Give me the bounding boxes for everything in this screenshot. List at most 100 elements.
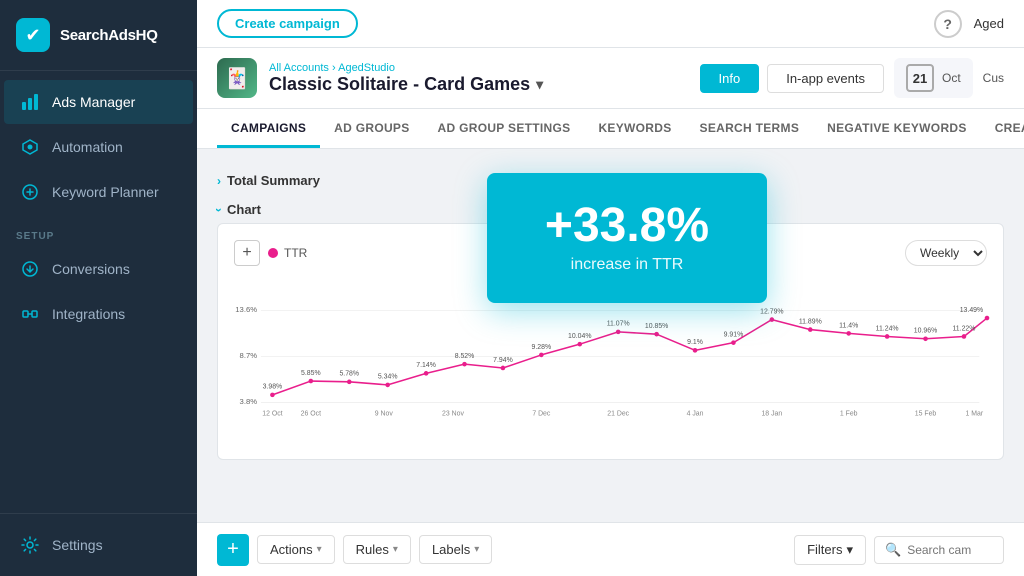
- account-dropdown-chevron[interactable]: ▾: [536, 76, 543, 93]
- data-point-2: [347, 380, 352, 385]
- rules-dropdown[interactable]: Rules ▾: [343, 535, 411, 564]
- labels-caret: ▾: [474, 544, 479, 555]
- tabs-nav: CAMPAIGNS AD GROUPS AD GROUP SETTINGS KE…: [197, 109, 1024, 149]
- sidebar-item-conversions[interactable]: Conversions: [4, 247, 193, 291]
- ttr-legend-dot: [268, 248, 278, 258]
- tab-negative-keywords[interactable]: NEGATIVE KEYWORDS: [813, 109, 981, 148]
- rules-label: Rules: [356, 542, 389, 557]
- chart-controls-left: + TTR: [234, 240, 307, 266]
- svg-text:7.14%: 7.14%: [416, 362, 436, 369]
- actions-dropdown[interactable]: Actions ▾: [257, 535, 335, 564]
- logo-icon: ✔: [16, 18, 50, 52]
- svg-text:10.85%: 10.85%: [645, 323, 668, 330]
- tab-inapp-button[interactable]: In-app events: [767, 64, 884, 93]
- breadcrumb-account[interactable]: AgedStudio: [338, 62, 395, 74]
- account-header-right: Info In-app events 21 Oct Cus: [700, 58, 1004, 98]
- create-campaign-button[interactable]: Create campaign: [217, 9, 358, 38]
- actions-caret: ▾: [317, 544, 322, 555]
- logo-area: ✔ SearchAdsHQ: [0, 0, 197, 71]
- filters-dropdown[interactable]: Filters ▾: [794, 535, 866, 565]
- svg-text:9.1%: 9.1%: [687, 339, 703, 346]
- svg-text:1 Mar: 1 Mar: [966, 411, 984, 418]
- settings-label: Settings: [52, 537, 103, 553]
- total-summary-arrow: ›: [217, 174, 221, 188]
- topbar: Create campaign ? Aged: [197, 0, 1024, 48]
- data-point-11: [693, 348, 698, 353]
- labels-dropdown[interactable]: Labels ▾: [419, 535, 492, 564]
- data-point-0: [270, 393, 275, 398]
- svg-text:1 Feb: 1 Feb: [840, 411, 858, 418]
- account-header: 🃏 All Accounts › AgedStudio Classic Soli…: [197, 48, 1024, 109]
- svg-text:5.85%: 5.85%: [301, 370, 321, 377]
- labels-label: Labels: [432, 542, 470, 557]
- svg-text:13.49%: 13.49%: [960, 307, 983, 314]
- settings-icon: [20, 535, 40, 555]
- sidebar-nav: Ads Manager Automation Keyword Planner S…: [0, 71, 197, 513]
- weekly-select[interactable]: Weekly: [905, 240, 987, 266]
- svg-text:9.91%: 9.91%: [724, 331, 744, 338]
- sidebar-item-settings[interactable]: Settings: [4, 523, 193, 567]
- tab-campaigns[interactable]: CAMPAIGNS: [217, 109, 320, 148]
- chart-add-metric-button[interactable]: +: [234, 240, 260, 266]
- svg-text:11.4%: 11.4%: [839, 322, 858, 329]
- highlight-label: increase in TTR: [571, 256, 684, 274]
- cus-label: Cus: [983, 71, 1004, 85]
- main-area: Create campaign ? Aged 🃏 All Accounts › …: [197, 0, 1024, 576]
- data-point-4: [424, 371, 429, 376]
- tab-ad-groups[interactable]: AD GROUPS: [320, 109, 423, 148]
- svg-text:23 Nov: 23 Nov: [442, 411, 464, 418]
- calendar-month: Oct: [942, 71, 961, 85]
- rules-caret: ▾: [393, 544, 398, 555]
- sidebar-item-automation[interactable]: Automation: [4, 125, 193, 169]
- sidebar-bottom: Settings: [0, 513, 197, 576]
- svg-text:12.79%: 12.79%: [760, 308, 783, 315]
- data-point-6: [501, 366, 506, 371]
- add-button[interactable]: +: [217, 534, 249, 566]
- y-label-low: 3.8%: [240, 397, 258, 406]
- total-summary-label: Total Summary: [227, 173, 320, 188]
- help-button[interactable]: ?: [934, 10, 962, 38]
- data-point-5: [462, 362, 467, 367]
- app-icon: 🃏: [217, 58, 257, 98]
- calendar-icon: 21: [906, 64, 934, 92]
- svg-text:4 Jan: 4 Jan: [687, 411, 704, 418]
- search-input[interactable]: [907, 543, 987, 557]
- calendar-widget[interactable]: 21 Oct: [894, 58, 973, 98]
- sidebar-item-keyword-planner[interactable]: Keyword Planner: [4, 170, 193, 214]
- tab-info-button[interactable]: Info: [700, 64, 760, 93]
- svg-text:5.78%: 5.78%: [339, 371, 359, 378]
- data-point-10: [654, 332, 659, 337]
- sidebar-item-ads-manager[interactable]: Ads Manager: [4, 80, 193, 124]
- ttr-legend-label: TTR: [284, 246, 307, 260]
- svg-text:10.04%: 10.04%: [568, 333, 591, 340]
- topbar-right: ? Aged: [934, 10, 1004, 38]
- tab-search-terms[interactable]: SEARCH TERMS: [686, 109, 814, 148]
- automation-icon: [20, 137, 40, 157]
- data-point-17: [923, 336, 928, 341]
- chart-arrow: ›: [212, 208, 226, 212]
- breadcrumb-all[interactable]: All Accounts: [269, 62, 329, 74]
- sidebar-item-integrations[interactable]: Integrations: [4, 292, 193, 336]
- topbar-left: Create campaign: [217, 9, 358, 38]
- account-text: All Accounts › AgedStudio Classic Solita…: [269, 62, 543, 95]
- svg-text:8.52%: 8.52%: [455, 353, 475, 360]
- tab-creative-sets[interactable]: CREATIVE SETS: [981, 109, 1024, 148]
- account-tabs: Info In-app events: [700, 64, 884, 93]
- svg-text:7.94%: 7.94%: [493, 357, 513, 364]
- bottom-toolbar: + Actions ▾ Rules ▾ Labels ▾ Filters ▾ 🔍: [197, 522, 1024, 576]
- integrations-icon: [20, 304, 40, 324]
- highlight-pct: +33.8%: [545, 202, 709, 250]
- account-name-text: Classic Solitaire - Card Games: [269, 74, 530, 95]
- highlight-box: +33.8% increase in TTR: [487, 173, 767, 303]
- logo-text: SearchAdsHQ: [60, 27, 158, 44]
- tab-keywords[interactable]: KEYWORDS: [584, 109, 685, 148]
- tab-ad-group-settings[interactable]: AD GROUP SETTINGS: [424, 109, 585, 148]
- svg-text:10.96%: 10.96%: [914, 328, 937, 335]
- data-point-19: [985, 316, 990, 321]
- svg-text:11.89%: 11.89%: [799, 318, 822, 325]
- breadcrumb: All Accounts › AgedStudio: [269, 62, 543, 74]
- svg-text:9.28%: 9.28%: [532, 344, 552, 351]
- conversions-label: Conversions: [52, 261, 130, 277]
- data-point-12: [731, 340, 736, 345]
- search-wrap[interactable]: 🔍: [874, 536, 1004, 564]
